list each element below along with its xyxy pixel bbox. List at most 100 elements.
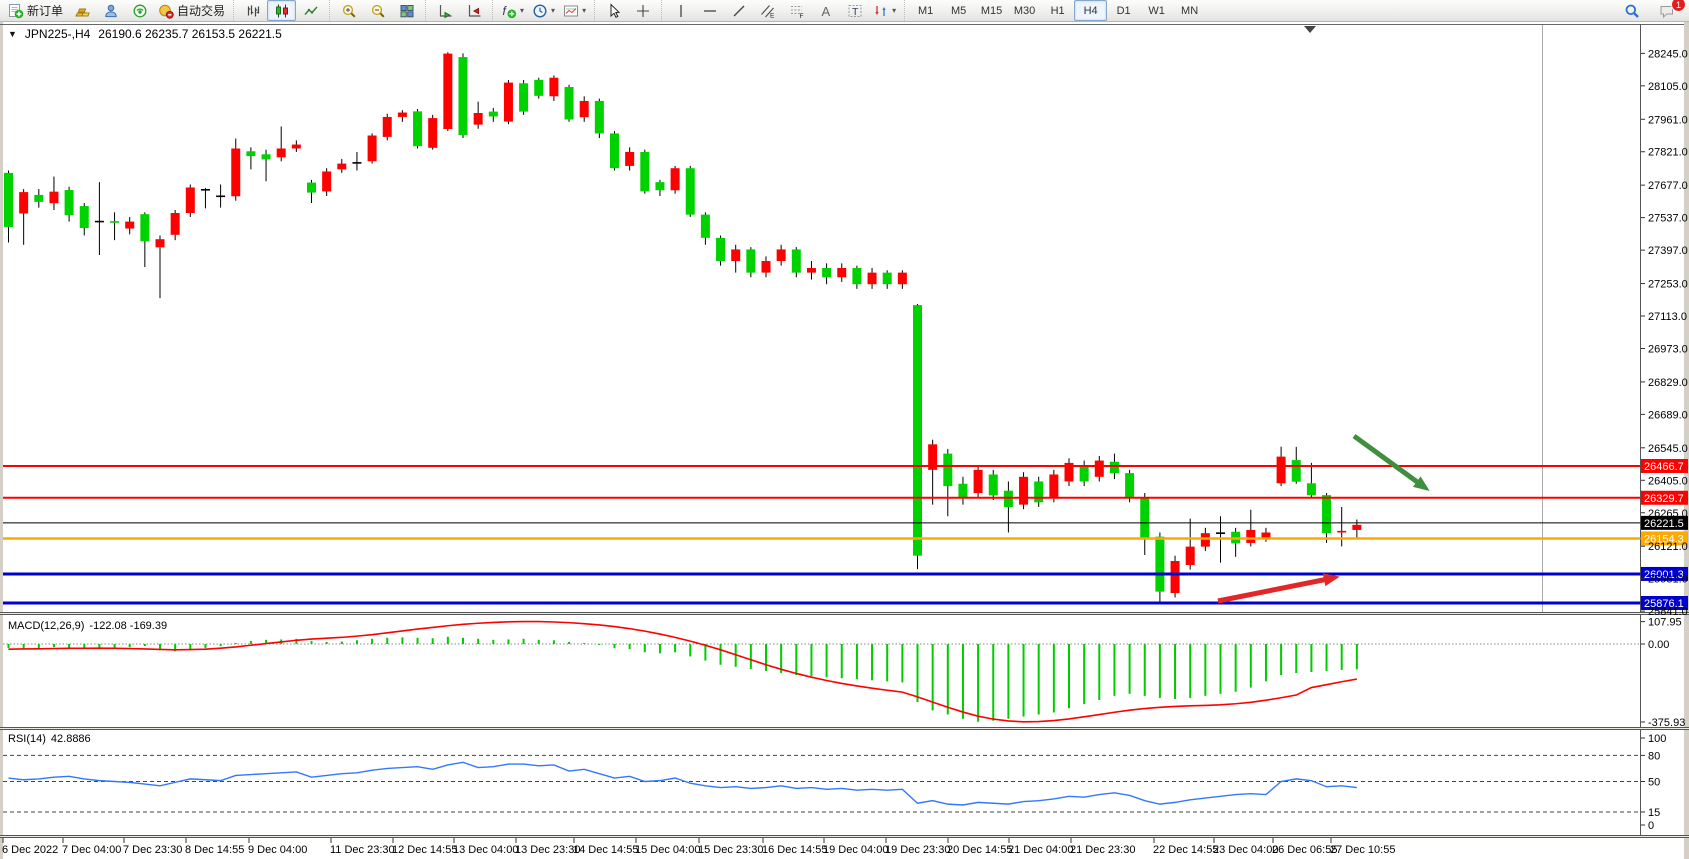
auto-scroll-button[interactable] bbox=[430, 0, 459, 21]
bar-chart-button[interactable] bbox=[238, 0, 267, 21]
cursor-button[interactable] bbox=[599, 0, 628, 21]
text-label-button[interactable]: T bbox=[840, 0, 869, 21]
chart-shift-button[interactable] bbox=[459, 0, 488, 21]
svg-text:15 Dec 23:30: 15 Dec 23:30 bbox=[698, 844, 763, 856]
vline-icon bbox=[673, 3, 689, 19]
dropdown-caret-icon[interactable]: ▾ bbox=[892, 7, 896, 15]
macd-panel[interactable] bbox=[3, 622, 1641, 722]
svg-text:27 Dec 10:55: 27 Dec 10:55 bbox=[1330, 844, 1395, 856]
svg-text:27253.0: 27253.0 bbox=[1648, 279, 1688, 291]
chart-canvas[interactable]: 26466.726329.726221.526154.326001.325876… bbox=[0, 0, 1689, 859]
svg-text:22 Dec 14:55: 22 Dec 14:55 bbox=[1153, 844, 1218, 856]
mql5-signals-button[interactable] bbox=[125, 0, 154, 21]
timeframe-mn-label: MN bbox=[1181, 5, 1198, 17]
price-axis: 26466.726329.726221.526154.326001.325876… bbox=[1641, 48, 1688, 832]
svg-text:0: 0 bbox=[1648, 820, 1654, 832]
fibonacci-button[interactable]: F bbox=[782, 0, 811, 21]
main-chart-panel[interactable] bbox=[0, 21, 1689, 859]
arrows-button[interactable]: ▾ bbox=[869, 0, 900, 21]
toolbar-group-draw: E F A T ▾ bbox=[661, 0, 904, 21]
navigator-button[interactable] bbox=[96, 0, 125, 21]
trendline-icon bbox=[731, 3, 747, 19]
search-button[interactable] bbox=[1617, 0, 1646, 21]
templates-button[interactable]: ▾ bbox=[559, 0, 590, 21]
indicators-button[interactable]: f▾ bbox=[497, 0, 528, 21]
autoscroll-icon bbox=[437, 3, 453, 19]
svg-text:80: 80 bbox=[1648, 750, 1660, 762]
timeframe-h4-label: H4 bbox=[1084, 5, 1098, 17]
svg-text:26829.0: 26829.0 bbox=[1648, 377, 1688, 389]
svg-text:25981.0: 25981.0 bbox=[1648, 574, 1688, 586]
timeframe-d1-button[interactable]: D1 bbox=[1107, 0, 1140, 21]
svg-text:26329.7: 26329.7 bbox=[1644, 493, 1684, 505]
notifications-button[interactable]: 1 bbox=[1652, 0, 1681, 21]
zoom-out-button[interactable] bbox=[363, 0, 392, 21]
timeframe-h1-button[interactable]: H1 bbox=[1041, 0, 1074, 21]
crosshair-button[interactable] bbox=[628, 0, 657, 21]
timeframe-mn-button[interactable]: MN bbox=[1173, 0, 1206, 21]
svg-text:T: T bbox=[852, 6, 859, 18]
line-chart-button[interactable] bbox=[296, 0, 325, 21]
svg-text:13 Dec 23:30: 13 Dec 23:30 bbox=[515, 844, 580, 856]
svg-text:15: 15 bbox=[1648, 807, 1660, 819]
svg-text:6 Dec 2022: 6 Dec 2022 bbox=[2, 844, 58, 856]
text-t-icon: T bbox=[847, 3, 863, 19]
cursor-icon bbox=[606, 3, 622, 19]
svg-text:28245.0: 28245.0 bbox=[1648, 48, 1688, 60]
toolbar-group-scroll bbox=[425, 0, 492, 21]
dropdown-caret-icon[interactable]: ▾ bbox=[582, 7, 586, 15]
timeframe-m15-label: M15 bbox=[981, 5, 1002, 17]
timeframe-m5-button[interactable]: M5 bbox=[942, 0, 975, 21]
toolbar-group-cursor bbox=[594, 0, 661, 21]
timeframe-h4-button[interactable]: H4 bbox=[1074, 0, 1107, 21]
periods-button[interactable]: ▾ bbox=[528, 0, 559, 21]
auto-trading-button[interactable]: 自动交易 bbox=[154, 0, 229, 21]
timeframe-h1-label: H1 bbox=[1051, 5, 1065, 17]
candles-layer[interactable] bbox=[4, 52, 1361, 602]
time-axis: 6 Dec 20227 Dec 04:007 Dec 23:308 Dec 14… bbox=[2, 838, 1395, 856]
svg-text:27677.0: 27677.0 bbox=[1648, 180, 1688, 192]
indicator-icon: f bbox=[501, 3, 517, 19]
bars-icon bbox=[245, 3, 261, 19]
timeframe-w1-button[interactable]: W1 bbox=[1140, 0, 1173, 21]
svg-text:f: f bbox=[503, 4, 508, 18]
line-icon bbox=[303, 3, 319, 19]
vertical-line-button[interactable] bbox=[666, 0, 695, 21]
chartshift-icon bbox=[466, 3, 482, 19]
tile-windows-button[interactable] bbox=[392, 0, 421, 21]
zoom-in-button[interactable] bbox=[334, 0, 363, 21]
window-menu-icon[interactable]: ▼ bbox=[8, 29, 17, 39]
svg-text:26466.7: 26466.7 bbox=[1644, 461, 1684, 473]
toolbar-group-trade: 新订单 自动交易 bbox=[0, 0, 233, 21]
dropdown-caret-icon[interactable]: ▾ bbox=[520, 7, 524, 15]
svg-text:13 Dec 04:00: 13 Dec 04:00 bbox=[453, 844, 518, 856]
svg-text:21 Dec 23:30: 21 Dec 23:30 bbox=[1070, 844, 1135, 856]
equidistant-channel-button[interactable]: E bbox=[753, 0, 782, 21]
rsi-value: 42.8886 bbox=[51, 733, 91, 745]
up-right-arrow bbox=[1218, 579, 1328, 601]
svg-text:27537.0: 27537.0 bbox=[1648, 213, 1688, 225]
svg-text:26405.0: 26405.0 bbox=[1648, 475, 1688, 487]
clock-icon bbox=[532, 3, 548, 19]
signal-icon bbox=[132, 3, 148, 19]
text-button[interactable]: A bbox=[811, 0, 840, 21]
svg-text:F: F bbox=[799, 13, 803, 19]
notification-badge: 1 bbox=[1671, 0, 1686, 12]
arrows-icon bbox=[873, 3, 889, 19]
trendline-button[interactable] bbox=[724, 0, 753, 21]
market-watch-button[interactable] bbox=[67, 0, 96, 21]
dropdown-caret-icon[interactable]: ▾ bbox=[551, 7, 555, 15]
svg-text:A: A bbox=[821, 4, 830, 19]
svg-text:27961.0: 27961.0 bbox=[1648, 114, 1688, 126]
timeframe-m30-button[interactable]: M30 bbox=[1008, 0, 1041, 21]
svg-text:27113.0: 27113.0 bbox=[1648, 311, 1687, 323]
rsi-panel[interactable] bbox=[3, 755, 1641, 812]
horizontal-line-button[interactable] bbox=[695, 0, 724, 21]
timeframe-w1-label: W1 bbox=[1148, 5, 1165, 17]
candlestick-chart-button[interactable] bbox=[267, 0, 296, 21]
timeframe-m1-button[interactable]: M1 bbox=[909, 0, 942, 21]
svg-text:28105.0: 28105.0 bbox=[1648, 81, 1688, 93]
timeframe-m15-button[interactable]: M15 bbox=[975, 0, 1008, 21]
new-order-button[interactable]: 新订单 bbox=[4, 0, 67, 21]
svg-text:0.00: 0.00 bbox=[1648, 639, 1669, 651]
